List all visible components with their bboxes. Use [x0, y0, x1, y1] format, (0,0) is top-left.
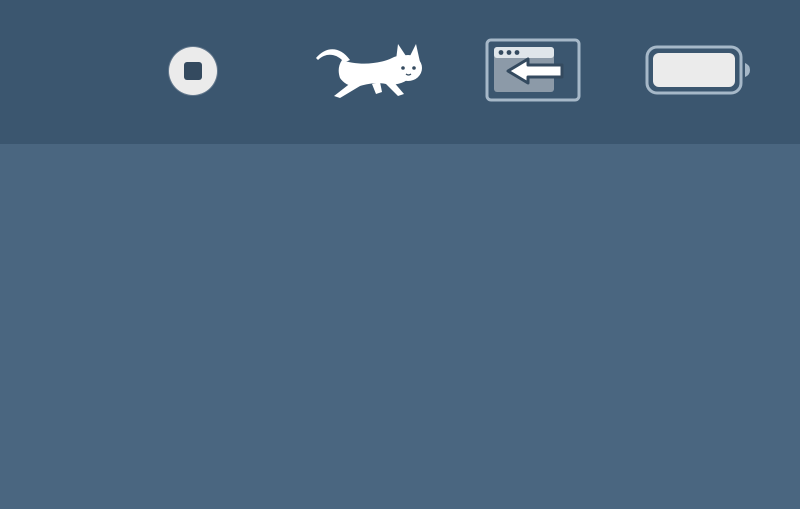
battery-level-fill [653, 53, 735, 87]
runcat-menu-item[interactable] [312, 38, 426, 100]
window-switcher-button[interactable] [484, 37, 582, 103]
desktop-background [0, 144, 800, 509]
menu-bar [0, 0, 800, 144]
battery-icon [645, 45, 750, 95]
battery-status-item[interactable] [644, 44, 754, 96]
recording-stop-button[interactable] [163, 45, 223, 97]
stop-record-icon [168, 46, 218, 96]
running-cat-icon [316, 44, 422, 98]
window-arrow-left-icon [485, 38, 581, 102]
